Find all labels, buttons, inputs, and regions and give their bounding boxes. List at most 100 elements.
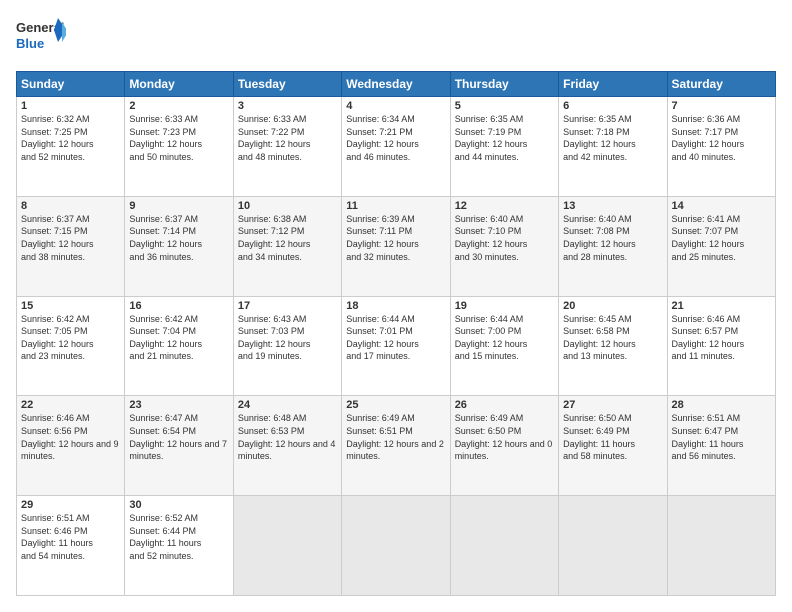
calendar-cell: 21 Sunrise: 6:46 AM Sunset: 6:57 PM Dayl… [667, 296, 775, 396]
day-info: Sunrise: 6:42 AM Sunset: 7:05 PM Dayligh… [21, 313, 120, 363]
day-info: Sunrise: 6:39 AM Sunset: 7:11 PM Dayligh… [346, 213, 445, 263]
day-number: 21 [672, 300, 771, 312]
calendar-cell: 16 Sunrise: 6:42 AM Sunset: 7:04 PM Dayl… [125, 296, 233, 396]
day-number: 3 [238, 100, 337, 112]
day-number: 15 [21, 300, 120, 312]
day-info: Sunrise: 6:47 AM Sunset: 6:54 PM Dayligh… [129, 412, 228, 462]
day-info: Sunrise: 6:49 AM Sunset: 6:51 PM Dayligh… [346, 412, 445, 462]
day-info: Sunrise: 6:46 AM Sunset: 6:56 PM Dayligh… [21, 412, 120, 462]
calendar-cell: 19 Sunrise: 6:44 AM Sunset: 7:00 PM Dayl… [450, 296, 558, 396]
calendar-cell: 9 Sunrise: 6:37 AM Sunset: 7:14 PM Dayli… [125, 196, 233, 296]
day-info: Sunrise: 6:42 AM Sunset: 7:04 PM Dayligh… [129, 313, 228, 363]
day-number: 5 [455, 100, 554, 112]
day-number: 28 [672, 399, 771, 411]
calendar-cell: 25 Sunrise: 6:49 AM Sunset: 6:51 PM Dayl… [342, 396, 450, 496]
day-number: 7 [672, 100, 771, 112]
day-header-thursday: Thursday [450, 72, 558, 97]
calendar-cell: 5 Sunrise: 6:35 AM Sunset: 7:19 PM Dayli… [450, 97, 558, 197]
calendar-week-2: 8 Sunrise: 6:37 AM Sunset: 7:15 PM Dayli… [17, 196, 776, 296]
day-number: 12 [455, 200, 554, 212]
day-number: 25 [346, 399, 445, 411]
day-number: 13 [563, 200, 662, 212]
calendar-cell: 24 Sunrise: 6:48 AM Sunset: 6:53 PM Dayl… [233, 396, 341, 496]
calendar-cell [450, 496, 558, 596]
calendar-cell: 2 Sunrise: 6:33 AM Sunset: 7:23 PM Dayli… [125, 97, 233, 197]
day-header-wednesday: Wednesday [342, 72, 450, 97]
day-number: 4 [346, 100, 445, 112]
calendar-week-4: 22 Sunrise: 6:46 AM Sunset: 6:56 PM Dayl… [17, 396, 776, 496]
logo: General Blue [16, 16, 66, 61]
day-header-monday: Monday [125, 72, 233, 97]
day-number: 17 [238, 300, 337, 312]
day-info: Sunrise: 6:35 AM Sunset: 7:18 PM Dayligh… [563, 113, 662, 163]
calendar-cell: 30 Sunrise: 6:52 AM Sunset: 6:44 PM Dayl… [125, 496, 233, 596]
calendar-cell: 4 Sunrise: 6:34 AM Sunset: 7:21 PM Dayli… [342, 97, 450, 197]
calendar-header-row: SundayMondayTuesdayWednesdayThursdayFrid… [17, 72, 776, 97]
day-number: 11 [346, 200, 445, 212]
day-info: Sunrise: 6:43 AM Sunset: 7:03 PM Dayligh… [238, 313, 337, 363]
day-info: Sunrise: 6:37 AM Sunset: 7:15 PM Dayligh… [21, 213, 120, 263]
day-number: 23 [129, 399, 228, 411]
day-info: Sunrise: 6:48 AM Sunset: 6:53 PM Dayligh… [238, 412, 337, 462]
logo-svg: General Blue [16, 16, 66, 61]
day-info: Sunrise: 6:44 AM Sunset: 7:00 PM Dayligh… [455, 313, 554, 363]
day-number: 19 [455, 300, 554, 312]
day-number: 9 [129, 200, 228, 212]
calendar-cell: 8 Sunrise: 6:37 AM Sunset: 7:15 PM Dayli… [17, 196, 125, 296]
calendar-cell: 28 Sunrise: 6:51 AM Sunset: 6:47 PM Dayl… [667, 396, 775, 496]
day-info: Sunrise: 6:52 AM Sunset: 6:44 PM Dayligh… [129, 512, 228, 562]
day-info: Sunrise: 6:44 AM Sunset: 7:01 PM Dayligh… [346, 313, 445, 363]
day-number: 27 [563, 399, 662, 411]
day-info: Sunrise: 6:41 AM Sunset: 7:07 PM Dayligh… [672, 213, 771, 263]
calendar-cell [667, 496, 775, 596]
day-info: Sunrise: 6:36 AM Sunset: 7:17 PM Dayligh… [672, 113, 771, 163]
calendar-cell: 1 Sunrise: 6:32 AM Sunset: 7:25 PM Dayli… [17, 97, 125, 197]
day-number: 6 [563, 100, 662, 112]
day-header-friday: Friday [559, 72, 667, 97]
day-number: 18 [346, 300, 445, 312]
calendar-cell: 20 Sunrise: 6:45 AM Sunset: 6:58 PM Dayl… [559, 296, 667, 396]
calendar-cell: 7 Sunrise: 6:36 AM Sunset: 7:17 PM Dayli… [667, 97, 775, 197]
calendar-cell: 18 Sunrise: 6:44 AM Sunset: 7:01 PM Dayl… [342, 296, 450, 396]
calendar-cell: 12 Sunrise: 6:40 AM Sunset: 7:10 PM Dayl… [450, 196, 558, 296]
day-info: Sunrise: 6:49 AM Sunset: 6:50 PM Dayligh… [455, 412, 554, 462]
calendar-cell: 27 Sunrise: 6:50 AM Sunset: 6:49 PM Dayl… [559, 396, 667, 496]
day-number: 14 [672, 200, 771, 212]
calendar-week-5: 29 Sunrise: 6:51 AM Sunset: 6:46 PM Dayl… [17, 496, 776, 596]
day-header-sunday: Sunday [17, 72, 125, 97]
day-info: Sunrise: 6:33 AM Sunset: 7:22 PM Dayligh… [238, 113, 337, 163]
calendar-cell: 10 Sunrise: 6:38 AM Sunset: 7:12 PM Dayl… [233, 196, 341, 296]
day-number: 8 [21, 200, 120, 212]
day-header-saturday: Saturday [667, 72, 775, 97]
day-number: 30 [129, 499, 228, 511]
calendar-cell: 23 Sunrise: 6:47 AM Sunset: 6:54 PM Dayl… [125, 396, 233, 496]
day-info: Sunrise: 6:37 AM Sunset: 7:14 PM Dayligh… [129, 213, 228, 263]
header: General Blue [16, 16, 776, 61]
day-number: 2 [129, 100, 228, 112]
day-info: Sunrise: 6:38 AM Sunset: 7:12 PM Dayligh… [238, 213, 337, 263]
calendar-cell: 6 Sunrise: 6:35 AM Sunset: 7:18 PM Dayli… [559, 97, 667, 197]
day-number: 10 [238, 200, 337, 212]
calendar-cell: 17 Sunrise: 6:43 AM Sunset: 7:03 PM Dayl… [233, 296, 341, 396]
day-number: 22 [21, 399, 120, 411]
calendar-week-3: 15 Sunrise: 6:42 AM Sunset: 7:05 PM Dayl… [17, 296, 776, 396]
calendar-cell: 13 Sunrise: 6:40 AM Sunset: 7:08 PM Dayl… [559, 196, 667, 296]
calendar-cell: 14 Sunrise: 6:41 AM Sunset: 7:07 PM Dayl… [667, 196, 775, 296]
day-info: Sunrise: 6:32 AM Sunset: 7:25 PM Dayligh… [21, 113, 120, 163]
day-info: Sunrise: 6:40 AM Sunset: 7:10 PM Dayligh… [455, 213, 554, 263]
day-number: 1 [21, 100, 120, 112]
calendar-cell: 29 Sunrise: 6:51 AM Sunset: 6:46 PM Dayl… [17, 496, 125, 596]
svg-text:Blue: Blue [16, 36, 44, 51]
day-info: Sunrise: 6:33 AM Sunset: 7:23 PM Dayligh… [129, 113, 228, 163]
calendar-week-1: 1 Sunrise: 6:32 AM Sunset: 7:25 PM Dayli… [17, 97, 776, 197]
day-info: Sunrise: 6:46 AM Sunset: 6:57 PM Dayligh… [672, 313, 771, 363]
day-info: Sunrise: 6:35 AM Sunset: 7:19 PM Dayligh… [455, 113, 554, 163]
calendar-cell: 22 Sunrise: 6:46 AM Sunset: 6:56 PM Dayl… [17, 396, 125, 496]
day-number: 29 [21, 499, 120, 511]
calendar-cell: 15 Sunrise: 6:42 AM Sunset: 7:05 PM Dayl… [17, 296, 125, 396]
day-header-tuesday: Tuesday [233, 72, 341, 97]
calendar-cell [233, 496, 341, 596]
day-info: Sunrise: 6:50 AM Sunset: 6:49 PM Dayligh… [563, 412, 662, 462]
calendar-cell [342, 496, 450, 596]
day-number: 26 [455, 399, 554, 411]
